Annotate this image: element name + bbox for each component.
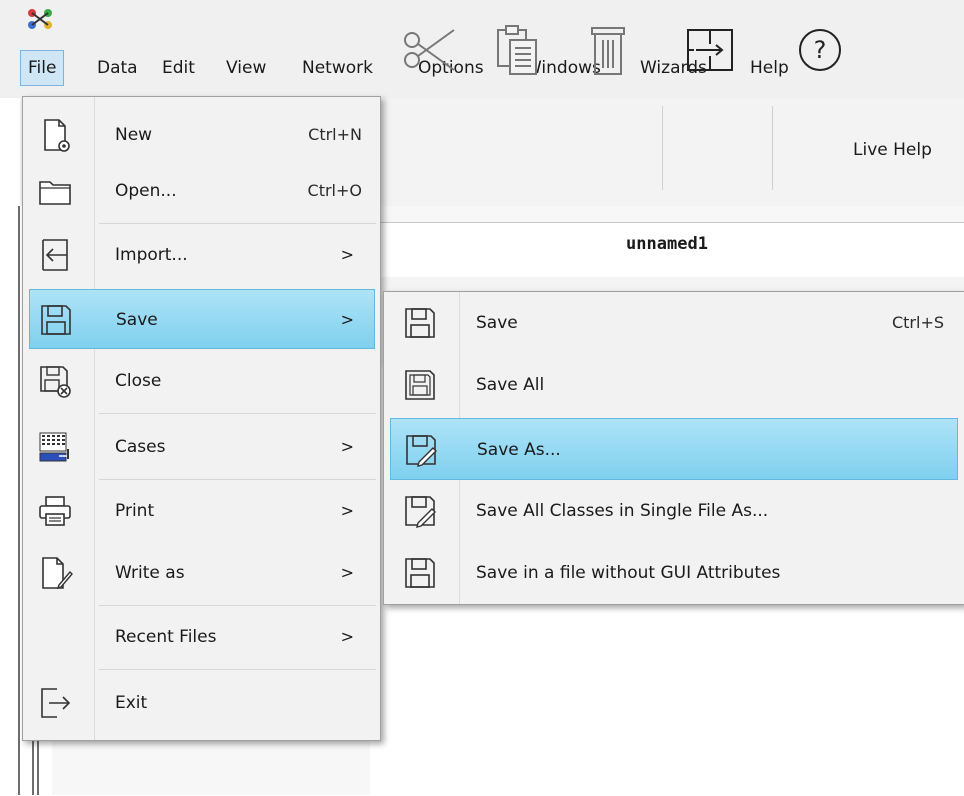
exit-icon (41, 688, 71, 718)
submenu-arrow: > (340, 563, 354, 582)
menu-separator (99, 605, 376, 606)
write-as-icon (42, 557, 73, 590)
toolbar-separator (772, 106, 773, 190)
menu-item-shortcut: Ctrl+N (308, 125, 362, 144)
submenu-item-save[interactable]: Save Ctrl+S (384, 292, 964, 354)
menu-item-save[interactable]: Save > (29, 289, 375, 349)
menu-item-label: Save All Classes in Single File As... (476, 501, 769, 521)
save-as-icon (406, 435, 437, 467)
menu-item-shortcut: Ctrl+S (891, 313, 944, 332)
import-icon (42, 239, 68, 271)
menu-item-new[interactable]: New Ctrl+N (23, 105, 380, 165)
help-icon[interactable]: ? (790, 20, 850, 80)
cases-icon (39, 432, 69, 462)
menu-item-label: Write as (115, 563, 185, 583)
save-icon (41, 305, 71, 335)
printer-icon (39, 496, 71, 526)
menu-item-write-as[interactable]: Write as > (23, 543, 380, 603)
submenu-arrow: > (340, 437, 354, 456)
menu-separator (99, 479, 376, 480)
menu-item-label: Save (476, 313, 518, 333)
toolbar-separator (662, 106, 663, 190)
submenu-arrow: > (340, 501, 354, 520)
menu-item-import[interactable]: Import... > (23, 225, 380, 285)
submenu-item-save-all[interactable]: Save All (384, 354, 964, 416)
folder-icon (39, 181, 71, 205)
submenu-item-save-as[interactable]: Save As... (390, 418, 958, 480)
submenu-item-save-without-gui[interactable]: Save in a file without GUI Attributes (384, 542, 964, 604)
menu-item-label: Recent Files (115, 627, 217, 647)
live-help-label[interactable]: Live Help (853, 140, 932, 160)
menu-item-print[interactable]: Print > (23, 481, 380, 541)
menu-item-open[interactable]: Open... Ctrl+O (23, 161, 380, 221)
compile-icon[interactable] (680, 20, 740, 80)
file-menu: New Ctrl+N Open... Ctrl+O Import... > Sa… (22, 96, 381, 741)
new-file-icon (44, 119, 70, 152)
menu-item-label: Save in a file without GUI Attributes (476, 563, 781, 583)
save-all-icon (405, 370, 435, 400)
menu-item-label: Save As... (477, 440, 561, 460)
save-submenu: Save Ctrl+S Save All Save As... Save All… (383, 291, 964, 605)
submenu-arrow: > (340, 245, 354, 264)
menu-help[interactable]: Help (743, 50, 796, 86)
menu-item-label: Close (115, 371, 162, 391)
paste-icon[interactable] (488, 20, 548, 80)
menu-item-label: Open... (115, 181, 177, 201)
delete-icon[interactable] (578, 20, 638, 80)
submenu-arrow: > (340, 310, 354, 329)
document-title: unnamed1 (626, 234, 708, 254)
menu-network[interactable]: Network (295, 50, 380, 86)
app-logo-icon (28, 9, 52, 29)
menu-data[interactable]: Data (90, 50, 145, 86)
svg-text:?: ? (814, 36, 827, 64)
submenu-arrow: > (340, 627, 354, 646)
menu-item-label: Save All (476, 375, 545, 395)
submenu-item-save-all-classes[interactable]: Save All Classes in Single File As... (384, 480, 964, 542)
menu-item-recent-files[interactable]: Recent Files > (23, 607, 380, 667)
save-icon (405, 308, 435, 338)
menu-item-label: Exit (115, 693, 148, 713)
menu-separator (99, 223, 376, 224)
menu-edit[interactable]: Edit (155, 50, 202, 86)
menu-item-cases[interactable]: Cases > (23, 417, 380, 477)
menu-item-close[interactable]: Close (23, 351, 380, 411)
menu-file[interactable]: File (20, 50, 65, 86)
menu-item-label: Print (115, 501, 155, 521)
save-icon (405, 558, 435, 588)
menu-separator (99, 669, 376, 670)
menu-item-label: Save (116, 310, 158, 330)
cut-icon[interactable] (398, 20, 458, 80)
menu-view[interactable]: View (219, 50, 273, 86)
save-as-icon (405, 496, 436, 528)
menu-item-exit[interactable]: Exit (23, 673, 380, 733)
menu-item-shortcut: Ctrl+O (307, 181, 362, 200)
menu-separator (99, 413, 376, 414)
menu-item-label: New (115, 125, 153, 145)
close-file-icon (40, 366, 71, 398)
menu-item-label: Cases (115, 437, 166, 457)
menu-item-label: Import... (115, 245, 188, 265)
